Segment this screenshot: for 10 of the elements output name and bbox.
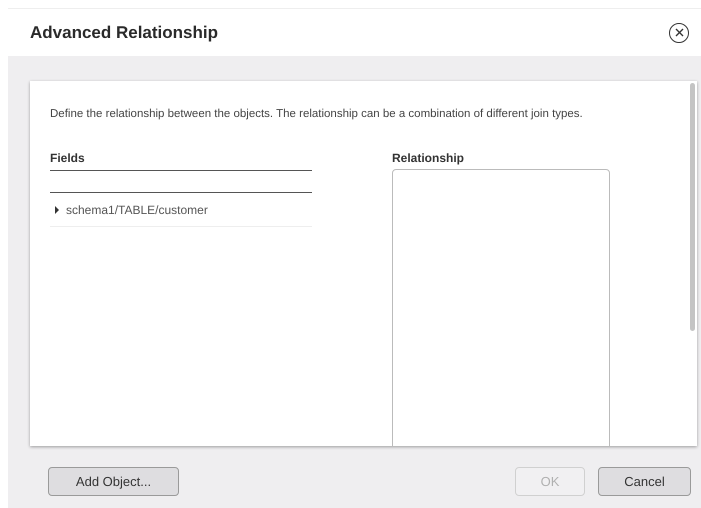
caret-right-icon[interactable] <box>54 206 60 214</box>
add-object-button[interactable]: Add Object... <box>48 467 179 496</box>
close-icon[interactable] <box>669 22 689 42</box>
cancel-button[interactable]: Cancel <box>598 467 691 496</box>
relationship-heading: Relationship <box>392 150 466 167</box>
dialog-title: Advanced Relationship <box>30 22 218 44</box>
description-text: Define the relationship between the objects. The relationship can be a combination of different join types. <box>50 107 584 122</box>
fields-heading: Fields <box>50 149 312 171</box>
tree-item[interactable]: schema1/TABLE/customer <box>50 193 312 227</box>
scrollbar[interactable] <box>690 83 695 331</box>
